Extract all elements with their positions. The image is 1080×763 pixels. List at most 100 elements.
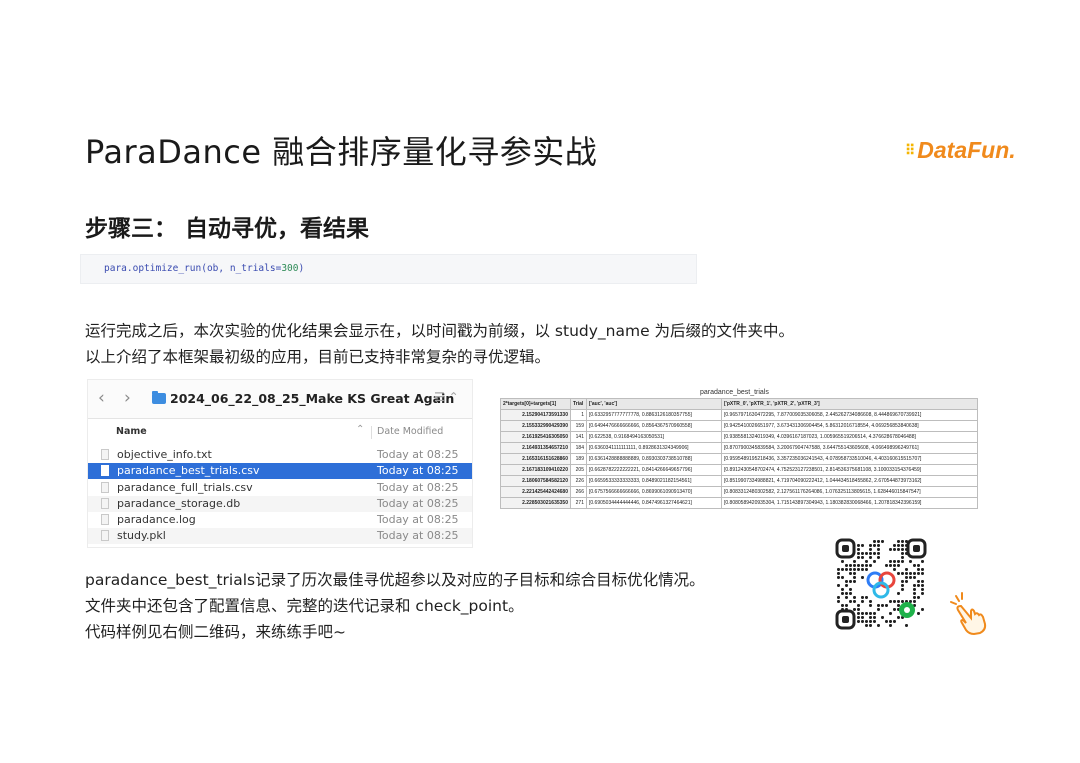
qr-module (865, 612, 868, 615)
list-view-icon[interactable]: ☰ ⌃ (434, 390, 459, 404)
csv-row: 2.221425442424680 266 [0.6757566666666666,… (500, 486, 978, 498)
qr-module (873, 552, 876, 555)
qr-module (865, 560, 868, 563)
forward-button[interactable]: › (124, 388, 131, 408)
file-row-selected[interactable]: paradance_best_trials.csv Today at 08:25 (88, 463, 472, 479)
csv-cell-pxtr: [0.8083312480302582, 2.127561176264086, … (721, 486, 978, 498)
file-icon (101, 530, 109, 541)
qr-module (921, 592, 924, 595)
csv-header-cell: ['pXTR_0', 'pXTR_1', 'pXTR_2', 'pXTR_3'] (721, 398, 978, 410)
qr-module (853, 600, 856, 603)
qr-module (845, 604, 848, 607)
qr-module (861, 612, 864, 615)
csv-header-cell: Trial (570, 398, 587, 410)
qr-module (865, 596, 868, 599)
qr-module (921, 568, 924, 571)
qr-module (913, 592, 916, 595)
logo-text-data: Data (917, 137, 968, 163)
file-row[interactable]: study.pkl Today at 08:25 (88, 528, 472, 544)
csv-title: paradance_best_trials (700, 389, 769, 396)
code-suffix: ) (298, 263, 305, 274)
file-row[interactable]: paradance.log Today at 08:25 (88, 512, 472, 528)
qr-module (905, 580, 908, 583)
csv-row: 2.161925416305050 141 [0.622538, 0.9168494… (500, 431, 978, 443)
qr-module (889, 564, 892, 567)
csv-cell-trial: 141 (570, 431, 587, 443)
csv-cell-target: 2.161925416305050 (500, 431, 571, 443)
csv-cell-trial: 226 (570, 475, 587, 487)
file-row[interactable]: paradance_full_trials.csv Today at 08:25 (88, 480, 472, 496)
csv-cell-target: 2.152904173591330 (500, 409, 571, 421)
qr-code[interactable] (833, 536, 929, 632)
qr-module (897, 604, 900, 607)
file-name: paradance_best_trials.csv (117, 464, 260, 477)
qr-module (845, 584, 848, 587)
qr-module (857, 556, 860, 559)
csv-cell-auc: [0.6332957777777778, 0.8863126180357755] (586, 409, 722, 421)
qr-module (889, 624, 892, 627)
qr-module (837, 568, 840, 571)
qr-module (897, 540, 900, 543)
qr-module (901, 580, 904, 583)
csv-row: 2.165316151628860 189 [0.6361428888888889,… (500, 453, 978, 465)
intro-paragraph: 运行完成之后，本次实验的优化结果会显示在，以时间戳为前缀，以 study_nam… (85, 318, 794, 370)
qr-module (845, 596, 848, 599)
file-date: Today at 08:25 (377, 497, 459, 510)
qr-module (901, 544, 904, 547)
csv-cell-pxtr: [0.8519907334988821, 4.719704090222412, … (721, 475, 978, 487)
qr-module (913, 564, 916, 567)
qr-module (861, 576, 864, 579)
column-name-header[interactable]: Name (116, 426, 147, 437)
qr-module (869, 624, 872, 627)
file-row[interactable]: paradance_storage.db Today at 08:25 (88, 496, 472, 512)
qr-module (917, 572, 920, 575)
qr-module (877, 604, 880, 607)
qr-module (857, 604, 860, 607)
qr-module (857, 616, 860, 619)
qr-module (917, 596, 920, 599)
qr-module (921, 572, 924, 575)
csv-cell-trial: 205 (570, 464, 587, 476)
step-heading: 步骤三： 自动寻优，看结果 (85, 216, 370, 242)
qr-module (881, 616, 884, 619)
summary-paragraph: paradance_best_trials记录了历次最佳寻优超参以及对应的子目标… (85, 567, 705, 645)
file-row[interactable]: objective_info.txt Today at 08:25 (88, 447, 472, 463)
qr-module (849, 580, 852, 583)
qr-module (841, 560, 844, 563)
summary-line: 代码样例见右侧二维码，来练练手吧~ (85, 623, 346, 641)
qr-module (837, 572, 840, 575)
qr-module (865, 620, 868, 623)
qr-module (889, 620, 892, 623)
csv-cell-target: 2.228503021635350 (500, 497, 571, 509)
csv-cell-target: 2.167183109410220 (500, 464, 571, 476)
qr-module (889, 612, 892, 615)
qr-module (889, 548, 892, 551)
column-date-header[interactable]: Date Modified (377, 426, 443, 437)
qr-module (869, 620, 872, 623)
qr-module (853, 608, 856, 611)
back-button[interactable]: ‹ (98, 388, 105, 408)
qr-module (865, 568, 868, 571)
qr-module (861, 568, 864, 571)
qr-module (857, 564, 860, 567)
qr-module (877, 624, 880, 627)
qr-module (897, 564, 900, 567)
qr-module (837, 596, 840, 599)
sort-chevron-icon[interactable]: ⌃ (356, 424, 364, 435)
qr-module (877, 608, 880, 611)
folder-name: 2024_06_22_08_25_Make KS Great Again (170, 391, 455, 406)
intro-line: 以上介绍了本框架最初级的应用，目前已支持非常复杂的寻优逻辑。 (85, 348, 551, 366)
datafun-logo: ⠿DataFun. (905, 137, 1016, 164)
csv-row: 2.152904173591330 1 [0.6332957777777778, 0… (500, 409, 978, 421)
qr-module (857, 608, 860, 611)
qr-module (849, 564, 852, 567)
qr-module (841, 604, 844, 607)
csv-cell-auc: [0.6494476666666666, 0.8564367570960558] (586, 420, 722, 432)
qr-module (865, 624, 868, 627)
csv-cell-auc: [0.6628782222222221, 0.8414266649657796] (586, 464, 722, 476)
qr-module (841, 568, 844, 571)
csv-cell-target: 2.180607584582120 (500, 475, 571, 487)
csv-cell-pxtr: [0.8912430548702474, 4.752523127238501, … (721, 464, 978, 476)
qr-module (849, 572, 852, 575)
csv-cell-auc: [0.6360341111111111, 0.8928631324349906] (586, 442, 722, 454)
